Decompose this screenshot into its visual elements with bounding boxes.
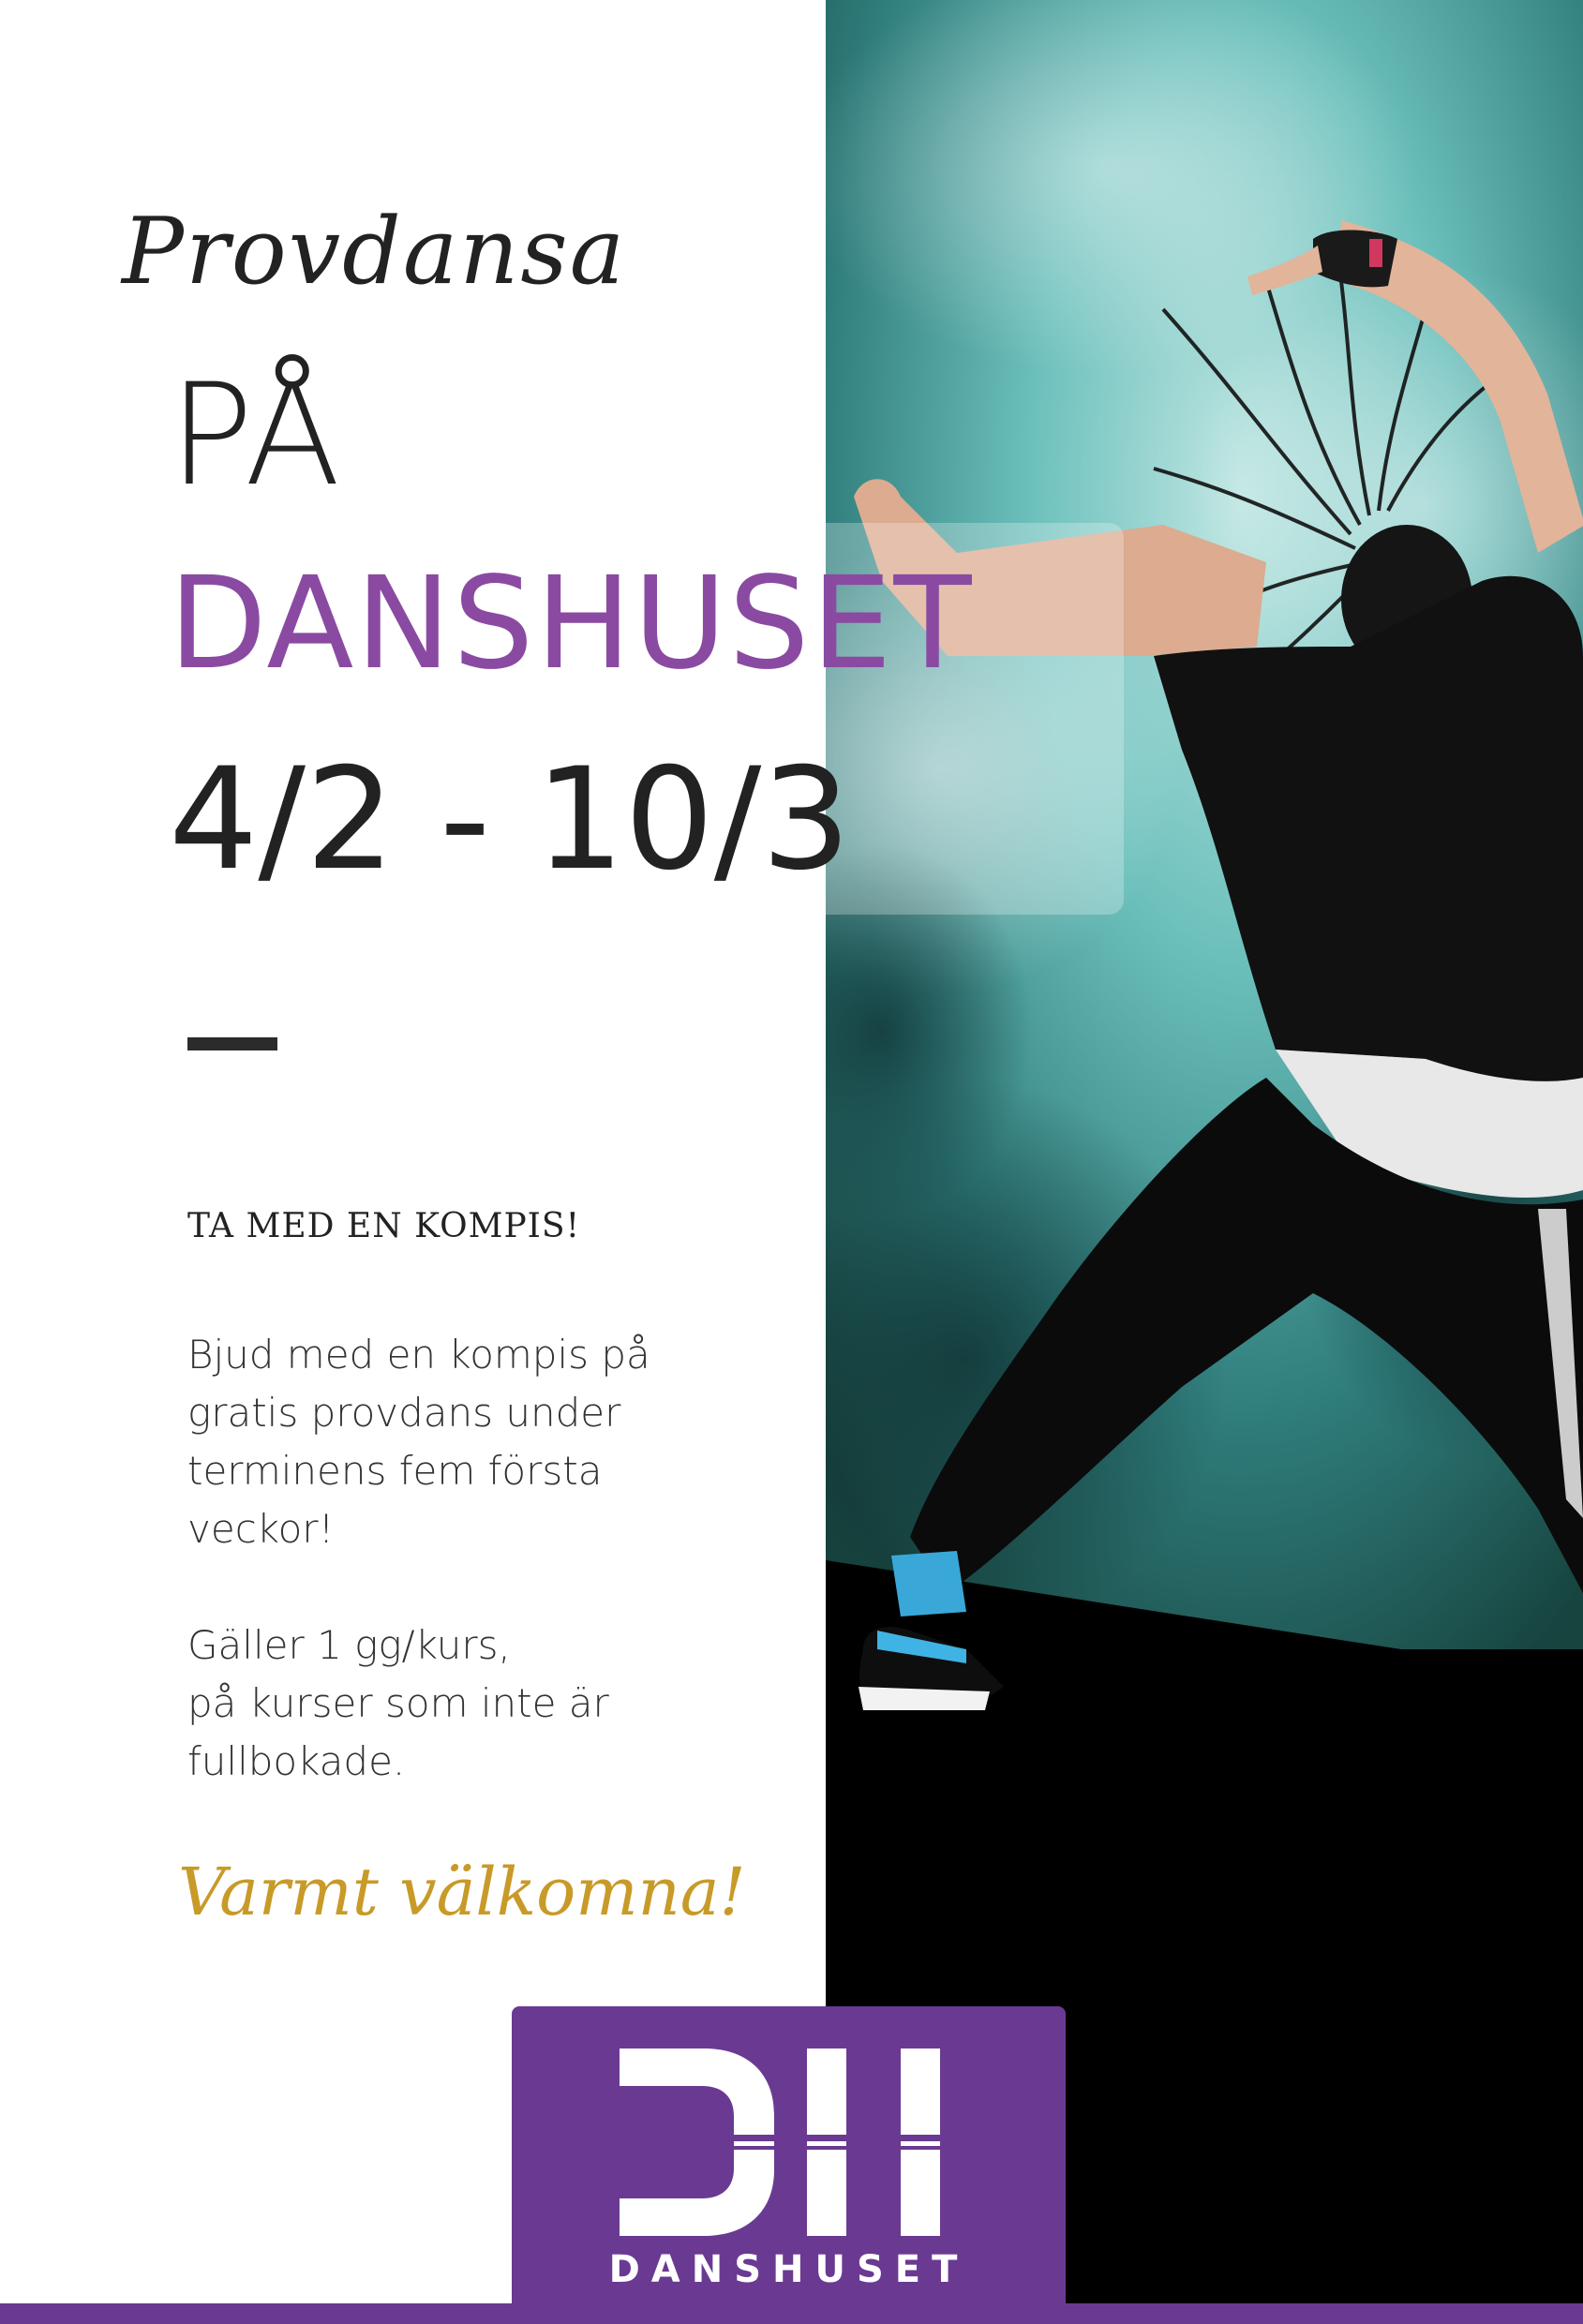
body-line: veckor! bbox=[187, 1506, 335, 1552]
body-paragraph-2: Gäller 1 gg/kurs, på kurser som inte är … bbox=[187, 1616, 769, 1791]
subheading: TA MED EN KOMPIS! bbox=[187, 1207, 581, 1245]
body-line: på kurser som inte är bbox=[187, 1680, 609, 1726]
bottom-accent-bar bbox=[0, 2303, 1583, 2324]
dancer-illustration bbox=[826, 0, 1583, 2324]
headline-line-1: PÅ bbox=[169, 354, 341, 517]
body-line: Bjud med en kompis på bbox=[187, 1332, 650, 1378]
danshuset-logo: DANSHUSET bbox=[512, 2006, 1066, 2324]
headline-dates: 4/2 - 10/3 bbox=[169, 738, 851, 901]
closing-script: Varmt välkomna! bbox=[178, 1854, 746, 1930]
logo-wordmark: DANSHUSET bbox=[608, 2248, 969, 2291]
body-line: gratis provdans under bbox=[187, 1390, 621, 1436]
body-line: Gäller 1 gg/kurs, bbox=[187, 1622, 511, 1668]
body-paragraph-1: Bjud med en kompis på gratis provdans un… bbox=[187, 1326, 769, 1558]
dh-monogram-icon bbox=[620, 2048, 957, 2236]
dancer-photo bbox=[826, 0, 1583, 2324]
body-line: fullbokade. bbox=[187, 1738, 406, 1784]
headline-line-2: DANSHUSET bbox=[169, 550, 974, 698]
body-line: terminens fem första bbox=[187, 1448, 603, 1494]
divider-dash bbox=[187, 1037, 277, 1050]
kicker-script-heading: Provdansa bbox=[122, 199, 627, 305]
